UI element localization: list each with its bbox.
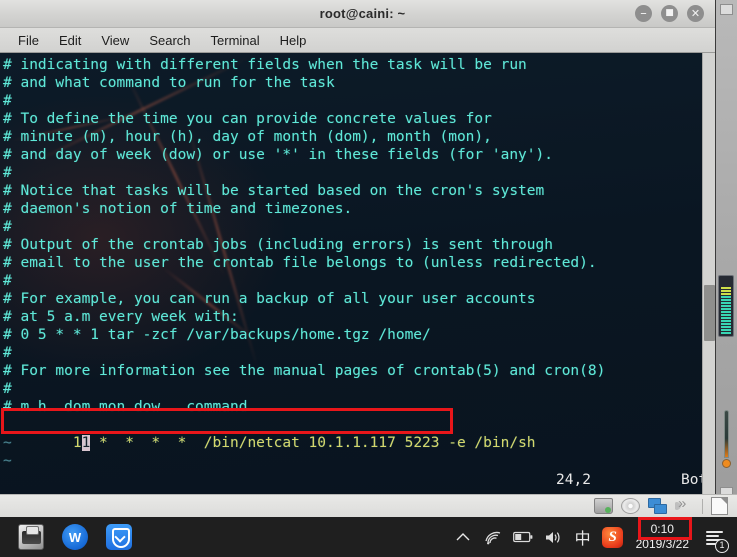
cursor-position: 24,2 <box>556 472 591 488</box>
hard-disk-icon[interactable] <box>594 498 613 514</box>
terminal-window: root@caini: ~ – ■ ✕ File Edit View Searc… <box>0 0 715 494</box>
terminal-line: # For more information see the manual pa… <box>3 363 606 379</box>
security-shield-icon[interactable] <box>106 524 132 550</box>
scrollbar-thumb[interactable] <box>704 285 715 341</box>
volume-icon[interactable] <box>538 517 568 557</box>
taskbar-clock[interactable]: 0:10 2019/3/22 <box>628 517 697 552</box>
empty-line-marker: ~ <box>3 453 12 469</box>
desktop-gadget-level-meter <box>718 275 734 337</box>
terminal-scrollbar[interactable] <box>702 53 715 494</box>
show-hidden-icons-icon[interactable] <box>448 517 478 557</box>
ime-chinese-icon[interactable]: 中 <box>568 517 598 557</box>
terminal-line: # <box>3 345 12 361</box>
terminal-line: # <box>3 165 12 181</box>
battery-icon[interactable] <box>508 517 538 557</box>
menu-terminal[interactable]: Terminal <box>202 31 269 50</box>
window-controls: – ■ ✕ <box>635 5 715 22</box>
sogou-logo <box>602 526 624 548</box>
menubar: File Edit View Search Terminal Help <box>0 28 715 53</box>
terminal-line: # To define the time you can provide con… <box>3 111 492 127</box>
close-icon[interactable]: ✕ <box>687 5 704 22</box>
terminal-line: # and day of week (dow) or use '*' in th… <box>3 147 553 163</box>
taskbar-apps <box>0 524 132 550</box>
terminal-line: # <box>3 219 12 235</box>
clock-date: 2019/3/22 <box>635 537 689 551</box>
battery-glyph <box>512 531 533 543</box>
screen: root@caini: ~ – ■ ✕ File Edit View Searc… <box>0 0 737 557</box>
window-title: root@caini: ~ <box>319 6 406 21</box>
desktop-gadget-top-icon <box>720 4 733 15</box>
terminal-content[interactable]: # indicating with different fields when … <box>0 53 715 494</box>
terminal-line: # indicating with different fields when … <box>3 57 527 73</box>
chevron-up-glyph <box>456 533 470 541</box>
menu-edit[interactable]: Edit <box>50 31 90 50</box>
crontab-command-line[interactable]: 11 * * * * /bin/netcat 10.1.1.117 5223 -… <box>1 416 715 451</box>
menu-view[interactable]: View <box>92 31 138 50</box>
terminal-line: # <box>3 381 12 397</box>
terminal-line: # Output of the crontab jobs (including … <box>3 237 553 253</box>
vm-status-bar <box>0 494 737 517</box>
clock-time: 0:10 <box>650 522 674 536</box>
wifi-icon[interactable] <box>478 517 508 557</box>
terminal-line: # m h dom mon dow command <box>3 399 248 415</box>
terminal-line: # and what command to run for the task <box>3 75 335 91</box>
taskbar: 中 0:10 2019/3/22 1 <box>0 517 737 557</box>
note-icon[interactable] <box>711 497 728 515</box>
terminal-line: # <box>3 93 12 109</box>
terminal-text-lines: # indicating with different fields when … <box>1 56 715 416</box>
terminal-line: # 0 5 * * 1 tar -zcf /var/backups/home.t… <box>3 327 431 343</box>
terminal-line: # email to the user the crontab file bel… <box>3 255 597 271</box>
wps-office-icon[interactable] <box>62 524 88 550</box>
terminal-line: # Notice that tasks will be started base… <box>3 183 545 199</box>
terminal-line: # daemon's notion of time and timezones. <box>3 201 353 217</box>
system-tray: 中 0:10 2019/3/22 1 <box>448 517 737 557</box>
terminal-line: # For example, you can run a backup of a… <box>3 291 536 307</box>
notification-count-badge: 1 <box>715 539 729 553</box>
menu-file[interactable]: File <box>9 31 48 50</box>
window-titlebar[interactable]: root@caini: ~ – ■ ✕ <box>0 0 715 28</box>
menu-help[interactable]: Help <box>271 31 316 50</box>
maximize-icon[interactable]: ■ <box>661 5 678 22</box>
sound-icon[interactable] <box>675 495 694 514</box>
network-icon[interactable] <box>648 498 667 514</box>
divider <box>702 498 703 514</box>
terminal-line: # <box>3 273 12 289</box>
empty-line-marker: ~ <box>3 435 12 451</box>
speaker-glyph <box>545 531 560 543</box>
menu-search[interactable]: Search <box>140 31 199 50</box>
terminal-line: # at 5 a.m every week with: <box>3 309 239 325</box>
desktop-gadget-thermometer <box>722 410 731 468</box>
vim-status-line: 24,2 Bot <box>0 472 715 492</box>
terminal-line: # minute (m), hour (h), day of month (do… <box>3 129 492 145</box>
virtualbox-icon[interactable] <box>18 524 44 550</box>
sogou-input-icon[interactable] <box>598 517 628 557</box>
cd-dvd-icon[interactable] <box>621 498 640 514</box>
wifi-glyph <box>484 531 500 544</box>
notification-center-icon[interactable]: 1 <box>697 517 731 557</box>
minimize-icon[interactable]: – <box>635 5 652 22</box>
